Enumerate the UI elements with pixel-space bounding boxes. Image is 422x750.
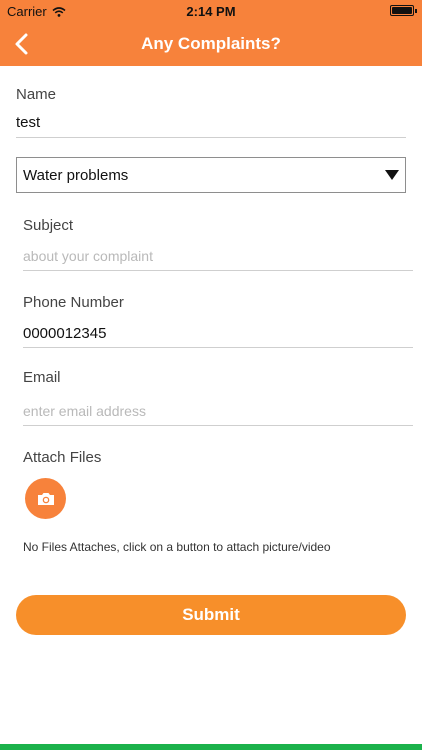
phone-underline bbox=[23, 347, 413, 348]
caret-down-icon bbox=[385, 170, 399, 180]
subject-underline bbox=[23, 270, 413, 271]
email-underline bbox=[23, 425, 413, 426]
subject-label: Subject bbox=[23, 217, 74, 234]
attach-camera-button[interactable] bbox=[25, 478, 66, 519]
phone-field[interactable]: 0000012345 bbox=[23, 325, 106, 342]
camera-icon bbox=[37, 492, 54, 505]
page-title: Any Complaints? bbox=[141, 34, 281, 53]
email-input[interactable]: enter email address bbox=[23, 403, 146, 419]
category-selected-value: Water problems bbox=[23, 167, 129, 184]
name-label: Name bbox=[16, 86, 57, 103]
name-field[interactable]: test bbox=[16, 114, 40, 131]
battery-icon bbox=[390, 5, 417, 16]
attachments-status-text: No Files Attaches, click on a button to … bbox=[23, 540, 331, 554]
category-dropdown[interactable]: Water problems bbox=[16, 157, 406, 193]
email-label: Email bbox=[23, 369, 61, 386]
submit-button[interactable]: Submit bbox=[16, 595, 406, 635]
attach-files-label: Attach Files bbox=[23, 449, 102, 466]
navigation-bar: Any Complaints? bbox=[0, 22, 422, 66]
phone-label: Phone Number bbox=[23, 294, 124, 311]
name-underline bbox=[16, 137, 406, 138]
clock: 2:14 PM bbox=[186, 4, 236, 19]
bottom-accent-bar bbox=[0, 744, 422, 750]
status-bar: Carrier 2:14 PM bbox=[0, 0, 422, 22]
subject-input[interactable]: about your complaint bbox=[23, 248, 153, 264]
